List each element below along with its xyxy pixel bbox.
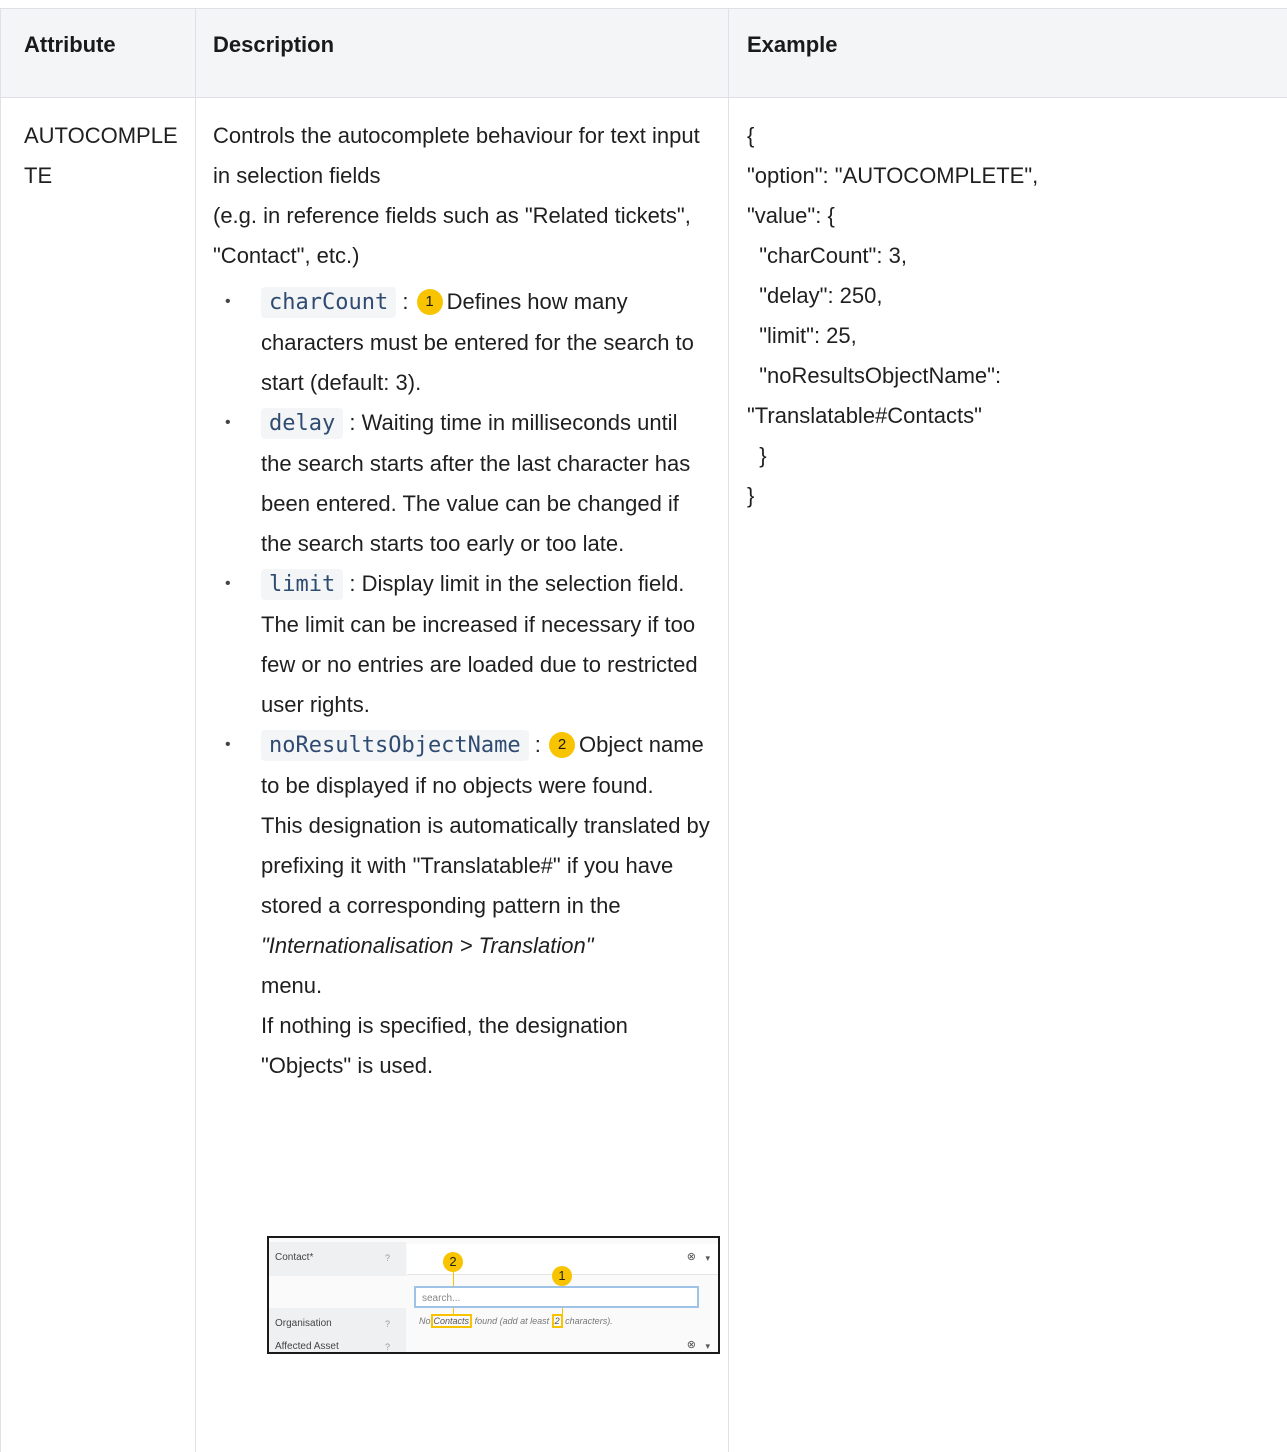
chevron-down-icon: ▾ xyxy=(705,1341,710,1351)
example-code: { "option": "AUTOCOMPLETE", "value": { "… xyxy=(747,123,1039,508)
clear-icon: ⊗ xyxy=(686,1251,696,1263)
marker-badge-2: 2 xyxy=(549,732,576,758)
description-cell: Controls the autocomplete behaviour for … xyxy=(213,116,713,1086)
marker-badge-1: 1 xyxy=(416,289,443,315)
default-note: If nothing is specified, the designation… xyxy=(261,1013,628,1078)
marker-2-icon: 2 xyxy=(443,1252,463,1272)
marker-1-icon: 1 xyxy=(552,1266,572,1286)
options-table: Attribute Description Example AUTOCOMPLE… xyxy=(0,0,1287,1452)
clear-icon: ⊗ xyxy=(686,1339,696,1351)
header-attribute: Attribute xyxy=(24,32,116,57)
char-count-highlight: 2 xyxy=(551,1314,563,1328)
help-icon: ? xyxy=(385,1319,391,1329)
option-code: limit xyxy=(261,569,344,600)
option-list: charCount : 1Defines how many characters… xyxy=(213,282,713,1086)
attribute-name: AUTOCOMPLETE xyxy=(24,123,178,188)
description-intro: Controls the autocomplete behaviour for … xyxy=(213,123,700,188)
asset-label: Affected Asset xyxy=(275,1341,339,1352)
option-code: charCount xyxy=(261,287,397,318)
object-name-highlight: Contacts xyxy=(430,1314,473,1328)
menu-path: "Internationalisation > Translation" xyxy=(261,933,594,958)
autocomplete-screenshot: Contact* ? ⊗ ▾ 2 1 search... Organisatio… xyxy=(267,1236,720,1354)
header-description: Description xyxy=(213,32,335,57)
option-item-limit: limit : Display limit in the selection f… xyxy=(213,564,713,725)
no-results-message: No Contacts found (add at least 2 charact… xyxy=(419,1314,613,1328)
option-item-delay: delay : Waiting time in milliseconds unt… xyxy=(213,403,713,564)
organisation-label: Organisation xyxy=(275,1318,332,1329)
header-example: Example xyxy=(747,32,838,57)
column-divider xyxy=(195,8,196,1452)
contact-label: Contact* xyxy=(275,1252,314,1263)
menu-word: menu. xyxy=(261,973,323,998)
option-code: noResultsObjectName xyxy=(261,730,529,761)
table-header-row xyxy=(0,8,1287,98)
translation-note: This designation is automatically transl… xyxy=(261,813,710,918)
option-item-noresultsobjectname: noResultsObjectName : 2Object name to be… xyxy=(213,725,713,1086)
option-code: delay xyxy=(261,408,344,439)
column-divider xyxy=(0,8,1,1452)
option-item-charcount: charCount : 1Defines how many characters… xyxy=(213,282,713,403)
chevron-down-icon: ▾ xyxy=(705,1253,710,1263)
help-icon: ? xyxy=(385,1342,391,1352)
search-input[interactable]: search... xyxy=(414,1286,699,1308)
help-icon: ? xyxy=(385,1253,391,1263)
description-examples: (e.g. in reference fields such as "Relat… xyxy=(213,203,691,268)
column-divider xyxy=(728,8,729,1452)
